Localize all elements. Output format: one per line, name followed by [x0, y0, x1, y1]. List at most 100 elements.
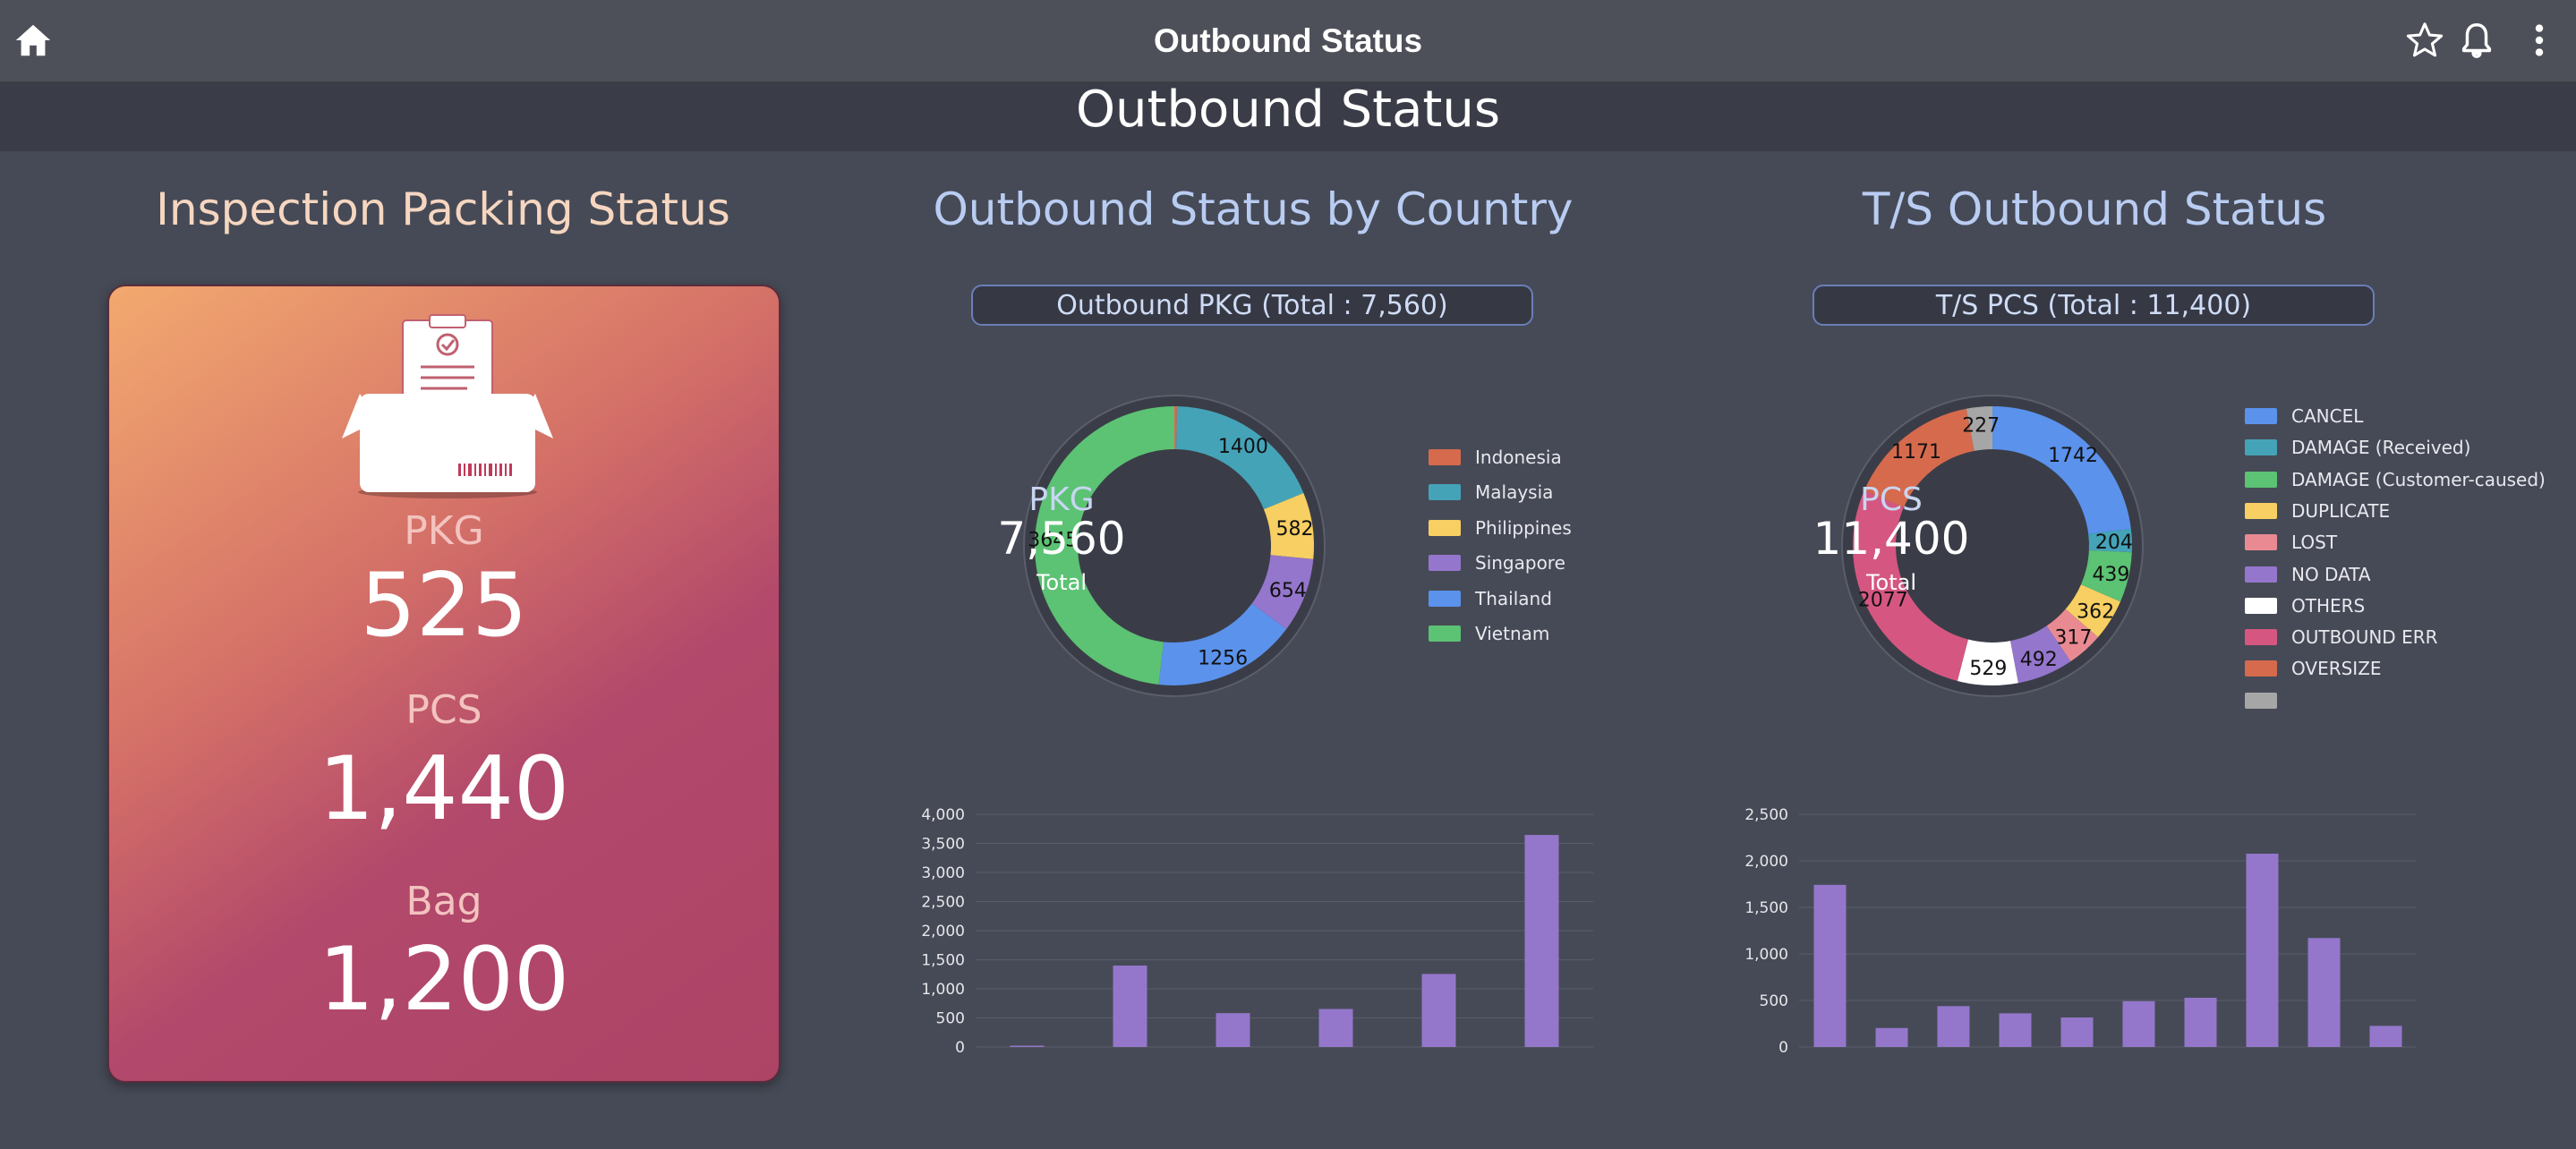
donut-slice-label: 654 — [1269, 580, 1307, 602]
bag-label: Bag — [405, 879, 482, 924]
country-legend: Indonesia Malaysia Philippines Singapore Tha… — [1429, 447, 1697, 662]
bar[interactable] — [2184, 997, 2217, 1047]
legend-label: OVERSIZE — [2291, 658, 2382, 680]
donut-slice-label: 1256 — [1198, 648, 1248, 670]
legend-label: OUTBOUND ERR — [2291, 626, 2438, 649]
bar[interactable] — [2369, 1026, 2402, 1047]
donut-slice-label: 1171 — [1891, 441, 1941, 464]
legend-label: Thailand — [1475, 587, 1552, 609]
ts-title: T/S Outbound Status — [1862, 183, 2327, 235]
legend-label: Philippines — [1475, 516, 1572, 539]
y-tick-label: 4,000 — [921, 806, 965, 824]
more-vertical-icon[interactable] — [2519, 20, 2560, 61]
legend-swatch — [1429, 484, 1461, 501]
bag-value: 1,200 — [318, 929, 570, 1031]
bar[interactable] — [2122, 1000, 2155, 1047]
legend-swatch — [1429, 519, 1461, 536]
donut-slice-label: 492 — [2020, 649, 2058, 671]
legend-swatch — [2245, 534, 2277, 551]
y-tick-label: 3,500 — [921, 836, 965, 854]
legend-label: LOST — [2291, 532, 2338, 554]
bar[interactable] — [1318, 1009, 1353, 1047]
donut-slice-label: 1742 — [2048, 445, 2098, 467]
y-tick-label: 0 — [1778, 1039, 1788, 1057]
donut-slice-label: 3645 — [1028, 529, 1078, 551]
y-tick-label: 500 — [936, 1010, 965, 1028]
y-tick-label: 2,000 — [1744, 853, 1788, 871]
legend-swatch — [1429, 449, 1461, 465]
donut-slice-label: 1400 — [1218, 436, 1268, 458]
donut-slice-label: 439 — [2092, 564, 2129, 586]
legend-swatch — [2245, 408, 2277, 424]
bar[interactable] — [1937, 1006, 1970, 1047]
legend-swatch — [1429, 590, 1461, 607]
legend-swatch — [2245, 692, 2277, 709]
bar[interactable] — [1113, 966, 1147, 1047]
legend-label: CANCEL — [2291, 405, 2364, 427]
y-tick-label: 1,000 — [1744, 946, 1788, 964]
bell-icon[interactable] — [2456, 20, 2497, 61]
bar[interactable] — [1215, 1013, 1250, 1047]
bar[interactable] — [2307, 938, 2341, 1047]
app-bar: Outbound Status — [0, 0, 2576, 83]
bar[interactable] — [1813, 884, 1847, 1047]
country-bar-chart: 0 500 1,000 1,500 2,000 2,500 3,000 3,500 4,000 — [921, 806, 1593, 1057]
bar[interactable] — [2246, 853, 2279, 1047]
inspection-title: Inspection Packing Status — [156, 183, 730, 235]
country-title: Outbound Status by Country — [933, 183, 1574, 235]
bar[interactable] — [1010, 1045, 1045, 1047]
donut-slice-label: 204 — [2095, 532, 2133, 554]
y-tick-label: 1,500 — [1744, 899, 1788, 917]
page-banner: Outbound Status — [0, 83, 2576, 151]
pkg-label: PKG — [404, 508, 484, 554]
y-tick-label: 1,000 — [921, 981, 965, 999]
donut-slice-label: 582 — [1276, 518, 1314, 540]
legend-swatch — [2245, 471, 2277, 488]
y-tick-label: 500 — [1760, 992, 1788, 1010]
legend-label: Indonesia — [1475, 447, 1562, 468]
bar[interactable] — [1421, 974, 1456, 1047]
legend-swatch — [2245, 597, 2277, 614]
legend-swatch — [2245, 502, 2277, 519]
ts-donut-chart: 174220443936231749252920771171227 — [1841, 395, 2144, 697]
legend-swatch — [2245, 566, 2277, 583]
legend-swatch — [1429, 555, 1461, 572]
legend-label: Malaysia — [1475, 481, 1554, 504]
y-tick-label: 1,500 — [921, 952, 965, 970]
bar[interactable] — [1875, 1027, 1908, 1047]
y-tick-label: 2,000 — [921, 923, 965, 940]
app-title: Outbound Status — [1153, 22, 1423, 59]
bar[interactable] — [1524, 835, 1559, 1047]
donut-hole — [1083, 455, 1266, 637]
bar[interactable] — [1999, 1013, 2032, 1047]
y-tick-label: 2,500 — [921, 894, 965, 912]
legend-swatch — [2245, 439, 2277, 456]
donut-slice-label: 2077 — [1858, 590, 1908, 612]
inspection-card: PKG 525 PCS 1,440 Bag 1,200 — [107, 285, 780, 1083]
package-box-icon — [342, 314, 553, 498]
legend-label: OTHERS — [2291, 594, 2366, 617]
pcs-value: 1,440 — [318, 738, 570, 840]
ts-legend: CANCEL DAMAGE (Received) DAMAGE (Customer-… — [2245, 406, 2576, 719]
country-total-pill: Outbound PKG (Total : 7,560) — [971, 285, 1533, 326]
legend-label: Vietnam — [1475, 623, 1550, 644]
bar[interactable] — [2060, 1017, 2094, 1047]
star-icon[interactable] — [2404, 20, 2445, 61]
legend-label: Singapore — [1475, 552, 1565, 574]
ts-total-pill: T/S PCS (Total : 11,400) — [1813, 285, 2375, 326]
legend-label: DUPLICATE — [2291, 499, 2391, 522]
donut-slice-label: 362 — [2077, 600, 2114, 623]
pkg-value: 525 — [360, 555, 528, 657]
legend-swatch — [2245, 629, 2277, 646]
legend-swatch — [1429, 626, 1461, 642]
country-donut-chart: 23140058265412563645 — [1023, 395, 1326, 697]
donut-slice-label: 529 — [1969, 658, 2007, 680]
donut-hole — [1901, 455, 2084, 637]
y-tick-label: 3,000 — [921, 864, 965, 882]
ts-bar-chart: 0 500 1,000 1,500 2,000 2,500 — [1744, 806, 2417, 1057]
legend-label: NO DATA — [2291, 563, 2371, 585]
legend-label: DAMAGE (Received) — [2291, 437, 2471, 459]
page-title: Outbound Status — [1075, 81, 1501, 139]
pcs-label: PCS — [405, 687, 482, 733]
y-tick-label: 2,500 — [1744, 806, 1788, 824]
